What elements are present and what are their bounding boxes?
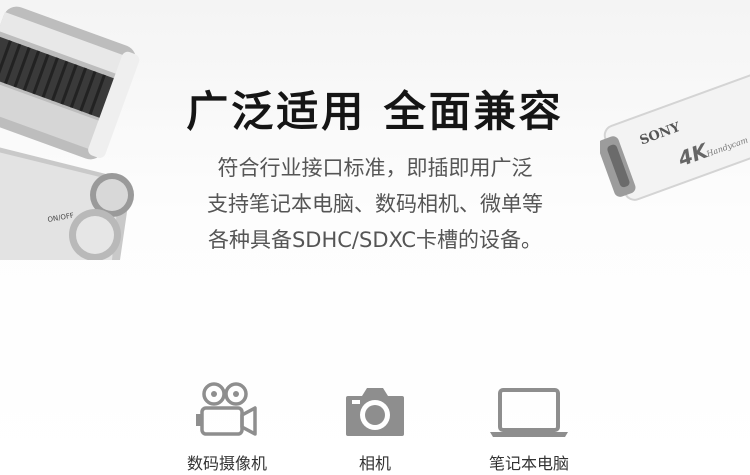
laptop-icon: [490, 388, 568, 437]
camera-icon: [346, 388, 404, 436]
description-line: 支持笔记本电脑、数码相机、微单等: [207, 192, 543, 216]
description-line: 符合行业接口标准，即插即用广泛: [217, 156, 533, 180]
headline: 广泛适用 全面兼容: [186, 87, 564, 136]
description-line: 各种具备SDHC/SDXC卡槽的设备。: [207, 228, 543, 252]
description: 符合行业接口标准，即插即用广泛 支持笔记本电脑、数码相机、微单等 各种具备SDH…: [0, 150, 750, 258]
device-label: 数码摄像机: [186, 454, 267, 473]
device-camera: 相机: [310, 382, 440, 474]
device-laptop: 笔记本电脑: [464, 382, 594, 474]
video-camera-icon: [196, 382, 257, 436]
device-video-camera: 数码摄像机: [162, 382, 292, 474]
device-label: 相机: [358, 454, 391, 473]
device-label: 笔记本电脑: [488, 454, 569, 473]
